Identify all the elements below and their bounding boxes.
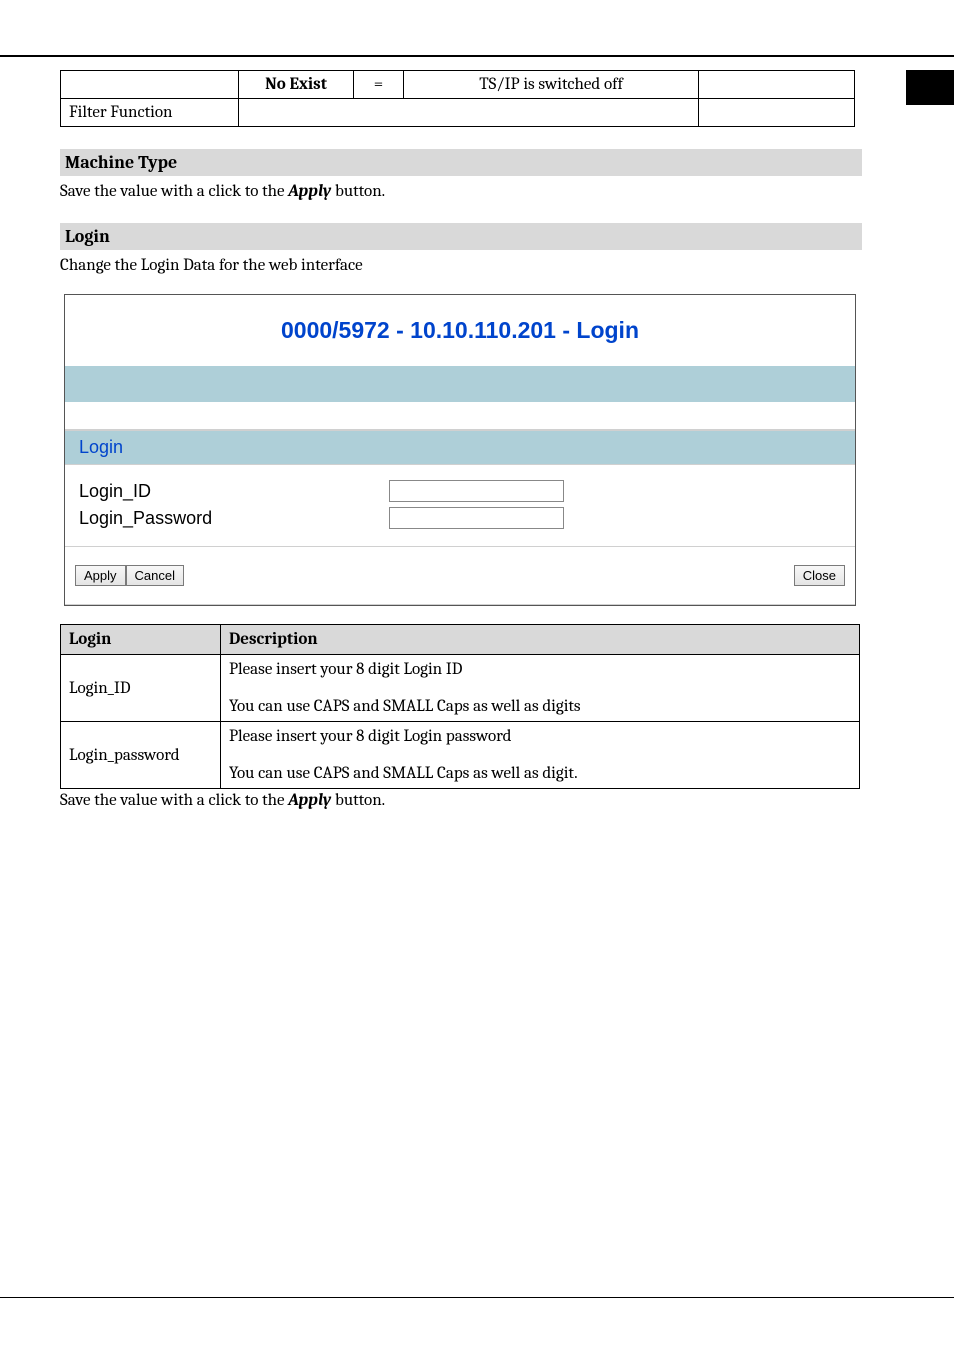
- login-id-row: Login_ID: [79, 480, 841, 502]
- footer-suffix: button.: [331, 791, 385, 810]
- cell-r1c1: [61, 71, 239, 99]
- desc-row1-line1: Please insert your 8 digit Login ID: [229, 660, 851, 679]
- apply-button[interactable]: Apply: [75, 565, 126, 586]
- footer-apply-word: Apply: [288, 791, 331, 810]
- desc-row1-line2: You can use CAPS and SMALL Caps as well …: [229, 697, 851, 716]
- login-intro-text: Change the Login Data for the web interf…: [60, 256, 894, 275]
- cell-r1c5: [699, 71, 855, 99]
- login-password-input[interactable]: [389, 507, 564, 529]
- desc-row2-c2: Please insert your 8 digit Login passwor…: [221, 722, 860, 789]
- login-form-body: Login_ID Login_Password: [65, 465, 855, 547]
- top-horizontal-rule: [0, 55, 954, 57]
- desc-row1-c2: Please insert your 8 digit Login ID You …: [221, 655, 860, 722]
- desc-header-description: Description: [221, 625, 860, 655]
- login-password-row: Login_Password: [79, 507, 841, 529]
- footer-save-text: Save the value with a click to the Apply…: [60, 791, 894, 810]
- bottom-horizontal-rule: [0, 1297, 954, 1298]
- desc-row2-line2: You can use CAPS and SMALL Caps as well …: [229, 764, 851, 783]
- machine-type-heading: Machine Type: [60, 149, 862, 176]
- top-status-table: No Exist = TS/IP is switched off Filter …: [60, 70, 855, 127]
- apply-word: Apply: [288, 182, 331, 201]
- cell-r1c2: No Exist: [239, 71, 354, 99]
- cell-r1c3: =: [354, 71, 404, 99]
- desc-header-login: Login: [61, 625, 221, 655]
- desc-row1-c1: Login_ID: [61, 655, 221, 722]
- login-id-label: Login_ID: [79, 481, 389, 502]
- text-suffix: button.: [331, 182, 385, 201]
- login-password-label: Login_Password: [79, 508, 389, 529]
- cancel-button[interactable]: Cancel: [126, 565, 184, 586]
- text-prefix: Save the value with a click to the: [60, 182, 288, 201]
- decorative-bar: [65, 366, 855, 402]
- footer-prefix: Save the value with a click to the: [60, 791, 288, 810]
- cell-r2c2to4: [239, 99, 699, 127]
- login-section-label: Login: [65, 430, 855, 465]
- desc-row2-line1: Please insert your 8 digit Login passwor…: [229, 727, 851, 746]
- cell-r2c5: [699, 99, 855, 127]
- desc-row2-c1: Login_password: [61, 722, 221, 789]
- cell-r1c4: TS/IP is switched off: [404, 71, 699, 99]
- spacer-bar: [65, 402, 855, 430]
- machine-type-text: Save the value with a click to the Apply…: [60, 182, 894, 201]
- panel-title: 0000/5972 - 10.10.110.201 - Login: [65, 295, 855, 366]
- button-bar: Apply Cancel Close: [65, 547, 855, 605]
- login-id-input[interactable]: [389, 480, 564, 502]
- close-button[interactable]: Close: [794, 565, 845, 586]
- cell-r2c1: Filter Function: [61, 99, 239, 127]
- decorative-black-box: [906, 70, 954, 105]
- login-heading: Login: [60, 223, 862, 250]
- login-description-table: Login Description Login_ID Please insert…: [60, 624, 860, 789]
- login-panel: 0000/5972 - 10.10.110.201 - Login Login …: [64, 294, 856, 606]
